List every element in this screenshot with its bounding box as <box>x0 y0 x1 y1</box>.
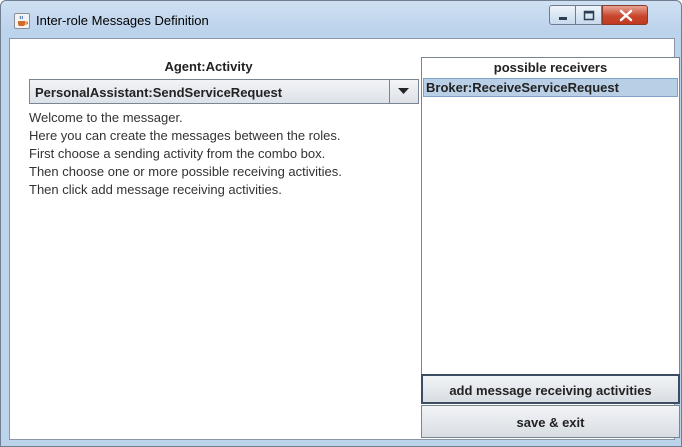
list-item[interactable]: Broker:ReceiveServiceRequest <box>423 78 678 97</box>
chevron-down-icon <box>398 88 409 94</box>
minimize-icon <box>559 17 567 20</box>
instructions-text: Welcome to the messager. Here you can cr… <box>29 109 424 199</box>
combo-selected-value: PersonalAssistant:SendServiceRequest <box>35 85 283 100</box>
maximize-icon <box>583 10 595 21</box>
sending-activity-combo[interactable]: PersonalAssistant:SendServiceRequest <box>29 79 419 104</box>
agent-activity-heading: Agent:Activity <box>164 59 253 74</box>
close-button[interactable] <box>602 5 648 25</box>
window-title: Inter-role Messages Definition <box>36 13 209 28</box>
save-exit-button[interactable]: save & exit <box>421 405 680 438</box>
instruction-line: Here you can create the messages between… <box>29 128 341 143</box>
java-cup-icon <box>14 13 30 29</box>
instruction-line: First choose a sending activity from the… <box>29 146 326 161</box>
add-receiving-activities-button[interactable]: add message receiving activities <box>421 374 680 404</box>
instruction-line: Welcome to the messager. <box>29 110 183 125</box>
maximize-button[interactable] <box>575 5 602 25</box>
close-icon <box>619 9 633 22</box>
possible-receivers-list[interactable]: possible receivers Broker:ReceiveService… <box>421 57 680 375</box>
minimize-button[interactable] <box>549 5 576 25</box>
possible-receivers-heading: possible receivers <box>493 60 608 75</box>
app-window: Inter-role Messages Definition Agent:Act… <box>0 0 682 447</box>
combo-dropdown-button[interactable] <box>389 80 418 103</box>
instruction-line: Then choose one or more possible receivi… <box>29 164 342 179</box>
title-bar[interactable]: Inter-role Messages Definition <box>1 1 681 39</box>
instruction-line: Then click add message receiving activit… <box>29 182 282 197</box>
